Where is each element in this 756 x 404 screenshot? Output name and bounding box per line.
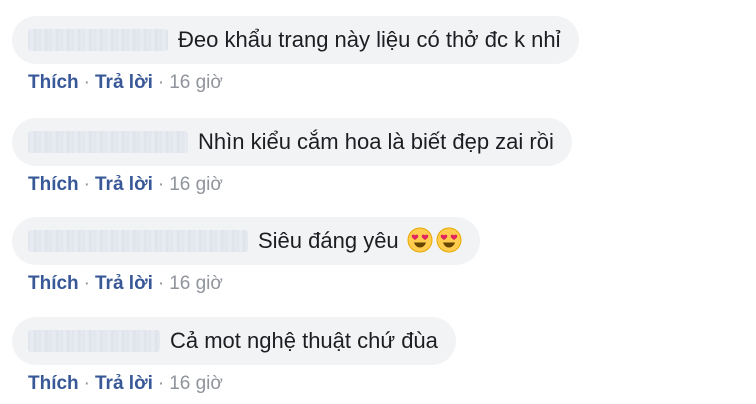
comment: Siêu đáng yêu Thích · Trả lời · 16 giờ — [12, 217, 480, 295]
comment-text: Đeo khẩu trang này liệu có thở đc k nhỉ — [178, 27, 561, 52]
reply-link[interactable]: Trả lời — [95, 373, 153, 394]
timestamp[interactable]: 16 giờ — [169, 373, 223, 394]
comment-text-body: Siêu đáng yêu — [258, 228, 399, 253]
like-link[interactable]: Thích — [28, 373, 79, 394]
separator: · — [83, 373, 90, 394]
timestamp[interactable]: 16 giờ — [169, 72, 223, 93]
comment-actions: Thích · Trả lời · 16 giờ — [28, 72, 579, 94]
comment-bubble: Đeo khẩu trang này liệu có thở đc k nhỉ — [12, 16, 579, 64]
author-name-blurred[interactable] — [28, 230, 248, 252]
heart-eyes-emoji — [436, 227, 462, 253]
separator: · — [157, 72, 165, 93]
comment-actions: Thích · Trả lời · 16 giờ — [28, 174, 572, 196]
separator: · — [83, 174, 90, 195]
comment-bubble: Nhìn kiểu cắm hoa là biết đẹp zai rồi — [12, 118, 572, 166]
separator: · — [157, 174, 165, 195]
author-name-blurred[interactable] — [28, 131, 188, 153]
timestamp[interactable]: 16 giờ — [169, 273, 223, 294]
comment-text: Nhìn kiểu cắm hoa là biết đẹp zai rồi — [198, 129, 554, 154]
timestamp[interactable]: 16 giờ — [169, 174, 223, 195]
separator: · — [157, 273, 165, 294]
author-name-blurred[interactable] — [28, 330, 160, 352]
separator: · — [83, 72, 90, 93]
heart-eyes-emoji — [407, 227, 433, 253]
comment-actions: Thích · Trả lời · 16 giờ — [28, 273, 480, 295]
comment-text: Cả mot nghệ thuật chứ đùa — [170, 328, 438, 353]
comment-bubble: Siêu đáng yêu — [12, 217, 480, 265]
author-name-blurred[interactable] — [28, 29, 168, 51]
comment: Đeo khẩu trang này liệu có thở đc k nhỉ … — [12, 16, 579, 94]
separator: · — [83, 273, 90, 294]
separator: · — [157, 373, 165, 394]
reply-link[interactable]: Trả lời — [95, 72, 153, 93]
comment-actions: Thích · Trả lời · 16 giờ — [28, 373, 456, 395]
comment-bubble: Cả mot nghệ thuật chứ đùa — [12, 317, 456, 365]
comment: Cả mot nghệ thuật chứ đùa Thích · Trả lời ·… — [12, 317, 456, 395]
reply-link[interactable]: Trả lời — [95, 273, 153, 294]
like-link[interactable]: Thích — [28, 72, 79, 93]
comment: Nhìn kiểu cắm hoa là biết đẹp zai rồi Th… — [12, 118, 572, 196]
comment-text: Siêu đáng yêu — [258, 227, 462, 254]
like-link[interactable]: Thích — [28, 273, 79, 294]
reply-link[interactable]: Trả lời — [95, 174, 153, 195]
like-link[interactable]: Thích — [28, 174, 79, 195]
